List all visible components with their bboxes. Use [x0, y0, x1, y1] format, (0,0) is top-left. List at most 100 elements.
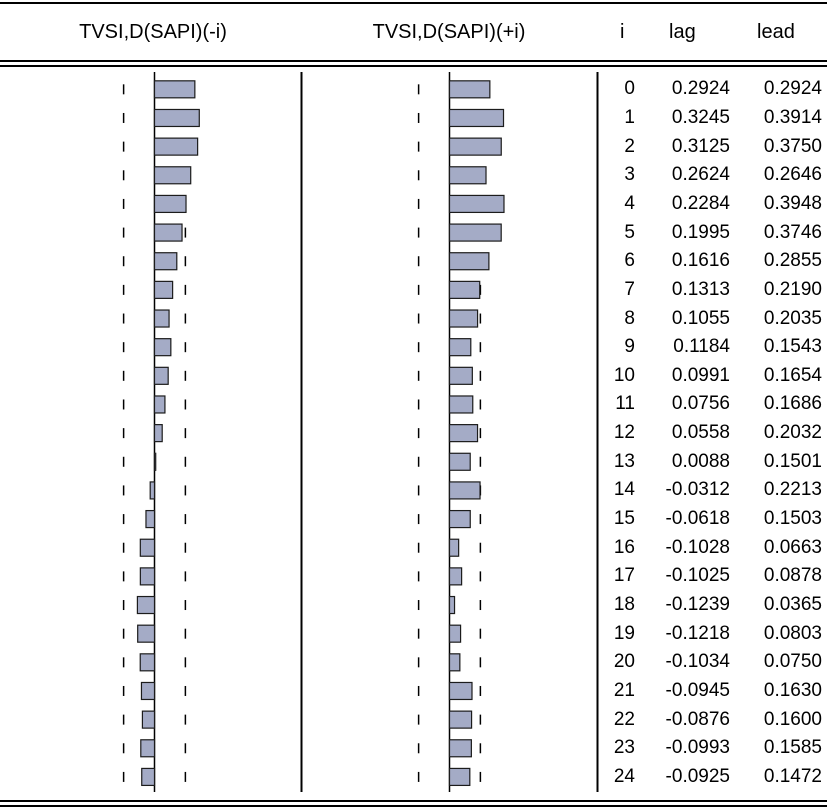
- lead-bar: [448, 309, 479, 328]
- lead-value: 0.2646: [763, 164, 822, 186]
- lag-value: -0.0945: [665, 679, 730, 701]
- lag-value: -0.1218: [665, 622, 730, 644]
- lead-bar: [448, 538, 460, 557]
- i-value: 16: [613, 536, 635, 558]
- lag-bar: [153, 137, 199, 156]
- lead-value: 0.1654: [763, 364, 822, 386]
- lead-value: 0.0803: [763, 622, 822, 644]
- lead-bar: [448, 395, 474, 414]
- lag-chart-header: TVSI,D(SAPI)(-i): [79, 21, 227, 43]
- lead-value: 0.1543: [763, 336, 822, 358]
- i-value: 14: [613, 479, 635, 501]
- lead-bar: [448, 767, 471, 787]
- lag-bar: [141, 767, 156, 787]
- lag-value: 0.2284: [671, 192, 730, 214]
- lag-bar: [140, 739, 156, 758]
- i-value: 12: [613, 422, 635, 444]
- lag-value: 0.1055: [671, 307, 730, 329]
- lead-value: 0.2924: [763, 78, 822, 100]
- lag-bar: [153, 366, 169, 385]
- lag-value: 0.1184: [673, 336, 730, 358]
- i-value: 0: [624, 78, 635, 100]
- i-value: 22: [613, 708, 635, 730]
- lead-value: 0.3914: [763, 106, 822, 128]
- lag-bar: [153, 280, 174, 299]
- lead-bar: [448, 194, 505, 214]
- i-value: 7: [624, 278, 635, 300]
- lead-bar: [448, 424, 479, 443]
- lag-bar: [141, 710, 156, 729]
- i-value: 6: [624, 250, 635, 272]
- lead-bar: [448, 509, 471, 529]
- lead-bar: [448, 366, 473, 385]
- lead-value: 0.1630: [763, 679, 822, 701]
- lag-value: 0.0558: [671, 422, 730, 444]
- lag-value: 0.0756: [671, 393, 730, 415]
- lag-value: -0.0993: [665, 737, 730, 759]
- lag-bar: [153, 166, 192, 185]
- lag-bar: [153, 338, 172, 357]
- lead-value: 0.0365: [763, 594, 822, 616]
- lag-bar: [153, 223, 183, 242]
- i-value: 1: [624, 106, 635, 128]
- i-column-header: i: [620, 21, 625, 43]
- lead-bar: [448, 137, 502, 156]
- lead-value: 0.0663: [763, 536, 822, 558]
- lag-bar: [153, 395, 166, 414]
- i-value: 18: [613, 594, 635, 616]
- i-value: 10: [613, 364, 635, 386]
- lead-bar: [448, 653, 461, 672]
- i-value: 23: [613, 737, 635, 759]
- lead-value: 0.1600: [763, 708, 822, 730]
- i-value: 21: [613, 679, 635, 701]
- lead-bar: [448, 280, 481, 299]
- i-value: 2: [624, 135, 635, 157]
- lead-value: 0.3948: [763, 192, 822, 214]
- lead-bar: [448, 739, 472, 758]
- lead-bar: [448, 452, 471, 471]
- lead-bar: [448, 166, 487, 185]
- lag-bar: [153, 194, 187, 214]
- lead-value: 0.2035: [763, 307, 822, 329]
- lag-column-header: lag: [669, 21, 696, 43]
- lead-value: 0.0750: [763, 651, 822, 673]
- lead-bar: [448, 681, 473, 701]
- lag-value: 0.1313: [671, 278, 730, 300]
- i-value: 24: [613, 765, 635, 787]
- lead-value: 0.1472: [763, 765, 822, 787]
- lag-bar: [139, 653, 156, 672]
- lag-value: -0.1025: [665, 565, 730, 587]
- lead-bar: [448, 80, 491, 99]
- lag-value: 0.1616: [671, 250, 730, 272]
- lag-value: 0.0088: [671, 450, 730, 472]
- lead-value: 0.1501: [763, 450, 822, 472]
- lag-value: 0.1995: [671, 221, 730, 243]
- i-value: 9: [624, 336, 635, 358]
- lag-value: 0.0991: [671, 364, 730, 386]
- lag-bar: [139, 538, 156, 557]
- i-value: 11: [615, 393, 635, 415]
- lead-value: 0.3746: [763, 221, 822, 243]
- lead-value: 0.0878: [763, 565, 822, 587]
- lag-value: -0.1028: [665, 536, 730, 558]
- i-value: 4: [624, 192, 635, 214]
- lead-value: 0.2855: [763, 250, 822, 272]
- lag-value: 0.3245: [671, 106, 730, 128]
- lag-bar: [137, 624, 156, 643]
- lag-value: 0.2624: [671, 164, 730, 186]
- lead-bar: [448, 567, 463, 586]
- lag-bar: [139, 567, 156, 586]
- lag-bar: [153, 452, 157, 471]
- lead-bar: [448, 481, 481, 500]
- lag-bar: [153, 424, 163, 443]
- lead-value: 0.2213: [763, 479, 822, 501]
- lead-bar: [448, 624, 462, 643]
- lead-chart-header: TVSI,D(SAPI)(+i): [372, 21, 526, 43]
- lag-bar: [153, 252, 178, 271]
- lag-bar: [136, 595, 156, 615]
- i-value: 3: [624, 164, 635, 186]
- i-value: 20: [613, 651, 635, 673]
- lag-bar: [153, 309, 170, 328]
- lead-bar: [448, 710, 473, 729]
- lead-bar: [448, 223, 502, 242]
